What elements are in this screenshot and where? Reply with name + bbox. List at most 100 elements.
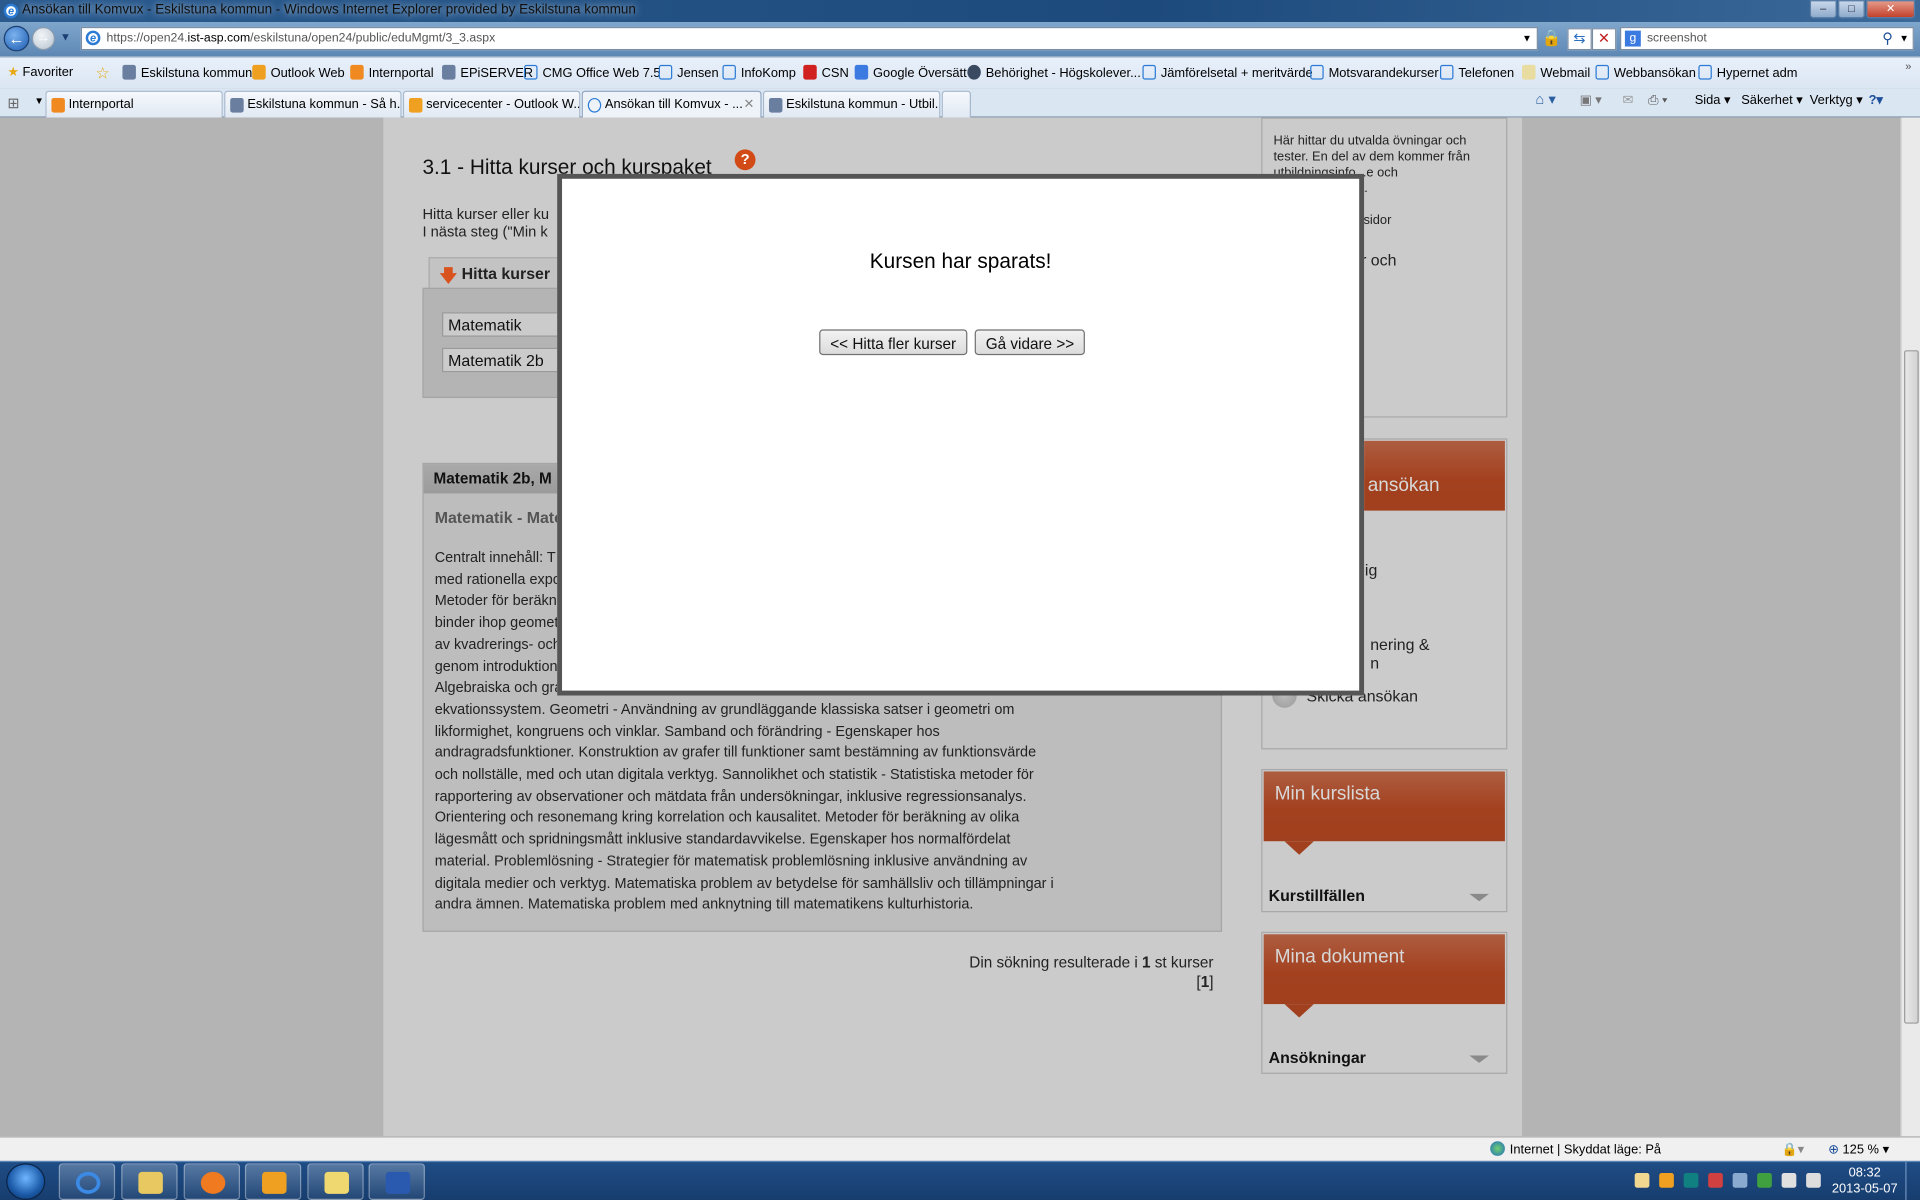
url-path: /eskilstuna/open24/public/eduMgmt/3_3.as… [250, 31, 496, 46]
search-input[interactable]: screenshot [1647, 32, 1707, 45]
chevron-down-icon[interactable] [1469, 1055, 1489, 1063]
safety-menu[interactable]: Säkerhet ▾ [1741, 93, 1803, 108]
tab-ansokan[interactable]: Ansökan till Komvux - ... ✕ [581, 90, 762, 118]
outlook-tray-icon[interactable] [1659, 1173, 1674, 1188]
search-dropdown-icon[interactable]: ▼ [1899, 33, 1909, 44]
fav-item[interactable]: Webbansökan [1595, 64, 1696, 81]
description-line: ekvationssystem. Geometri - Användning a… [434, 700, 1015, 718]
fav-item[interactable]: Behörighet - Högskolever... [967, 64, 1141, 81]
globe-icon [1490, 1141, 1505, 1156]
maximize-button[interactable]: □ [1837, 0, 1865, 19]
fav-item[interactable]: Webmail [1522, 64, 1590, 81]
fav-item[interactable]: Internportal [350, 64, 434, 81]
description-line: rapportering av observationer och mätdat… [434, 787, 1027, 805]
description-line: likformighet, kongruens och vinklar. Sam… [434, 721, 940, 740]
url-domain: ist-asp.com [187, 31, 251, 46]
vertical-scrollbar[interactable] [1900, 117, 1920, 1137]
title-bar: e Ansökan till Komvux - Eskilstuna kommu… [0, 0, 1920, 23]
address-bar[interactable]: e https://open24.ist-asp.com/eskilstuna/… [80, 26, 1538, 51]
fav-item[interactable]: Hypernet adm [1698, 64, 1797, 81]
pager: [1] [1196, 973, 1214, 991]
start-button[interactable] [6, 1163, 46, 1200]
taskbar-folder[interactable] [307, 1163, 364, 1200]
mail-tray-icon[interactable] [1634, 1173, 1650, 1188]
fav-item[interactable]: CMG Office Web 7.5 [524, 64, 661, 81]
description-line: och nollställe, med och utan digitala ve… [434, 765, 1034, 783]
search-box[interactable]: g screenshot ⚲ ▼ [1620, 26, 1914, 51]
intro-text: Hitta kurser eller ku I nästa steg ("Min … [422, 205, 550, 241]
fav-item[interactable]: CSN [803, 64, 849, 81]
add-favorite-icon[interactable]: ☆ [96, 64, 110, 84]
history-dropdown-icon[interactable]: ▼ [60, 31, 71, 43]
warning-tray-icon[interactable] [1683, 1173, 1699, 1188]
description-line: material. Problemlösning - Strategier fö… [434, 852, 1028, 870]
documents-title: Mina dokument [1263, 934, 1505, 1005]
home-icon[interactable]: ⌂ ▾ [1536, 91, 1556, 108]
close-tab-icon[interactable]: ✕ [743, 97, 754, 112]
new-tab-button[interactable] [941, 90, 972, 118]
fav-item[interactable]: Google Översätt [854, 64, 967, 81]
taskbar-word[interactable] [368, 1163, 425, 1200]
tab-hitta-kurser[interactable]: 🡇 Hitta kurser [428, 257, 576, 289]
taskbar-outlook[interactable] [244, 1163, 302, 1200]
continue-button[interactable]: Gå vidare >> [974, 329, 1086, 356]
fav-item[interactable]: Outlook Web [252, 64, 345, 81]
display-tray-icon[interactable] [1732, 1173, 1748, 1188]
fav-item[interactable]: Telefonen [1440, 64, 1514, 81]
remote-tray-icon[interactable] [1757, 1173, 1772, 1188]
show-desktop-button[interactable] [1905, 1162, 1920, 1200]
page-menu[interactable]: Sida ▾ [1695, 93, 1731, 108]
speaker-muted-icon[interactable] [1708, 1173, 1723, 1188]
search-icon[interactable]: ⚲ [1882, 29, 1893, 46]
scrollbar-thumb[interactable] [1904, 350, 1919, 1024]
stop-button[interactable]: ✕ [1591, 28, 1617, 51]
quick-tabs-icon[interactable]: ⊞ [7, 94, 19, 111]
taskbar-explorer[interactable] [121, 1163, 178, 1200]
tab-utbildning[interactable]: Eskilstuna kommun - Utbil... [762, 90, 941, 118]
fav-item[interactable]: Jensen [658, 64, 719, 81]
print-icon[interactable]: ⎙ ▾ [1648, 93, 1667, 109]
tools-menu[interactable]: Verktyg ▾ [1810, 93, 1863, 108]
feeds-icon[interactable]: ▣ ▾ [1580, 93, 1602, 108]
fav-item[interactable]: Jämförelsetal + meritvärde [1142, 64, 1313, 81]
fav-item[interactable]: InfoKomp [722, 64, 796, 81]
tab-eskilstuna[interactable]: Eskilstuna kommun - Så h... [224, 90, 402, 118]
volume-icon[interactable] [1806, 1173, 1821, 1188]
step-prioritize[interactable]: nering & n [1370, 636, 1429, 673]
back-button[interactable]: ← [3, 25, 30, 52]
mail-icon[interactable]: ✉ [1622, 93, 1633, 108]
fav-item[interactable]: Motsvarandekurser [1310, 64, 1439, 81]
fav-item[interactable]: EPiSERVER [442, 64, 533, 81]
chevron-down-icon[interactable] [1469, 893, 1489, 902]
close-button[interactable]: ✕ [1866, 0, 1916, 19]
course-occasions[interactable]: Kurstillfällen [1269, 887, 1365, 905]
refresh-button[interactable]: ⇆ [1567, 28, 1592, 51]
description-line: andragradsfunktioner. Konstruktion av gr… [434, 743, 1037, 761]
find-more-courses-button[interactable]: << Hitta fler kurser [819, 329, 968, 356]
taskbar-media-player[interactable] [183, 1163, 241, 1200]
navigation-bar: ← → ▼ e https://open24.ist-asp.com/eskil… [0, 22, 1920, 57]
lock-icon[interactable]: 🔒 [1542, 28, 1562, 48]
pager-page-1[interactable]: 1 [1201, 973, 1210, 990]
tab-outlook[interactable]: servicecenter - Outlook W... [402, 90, 581, 118]
taskbar-ie[interactable] [58, 1163, 116, 1200]
zoom-level[interactable]: ⊕ 125 % ▾ [1828, 1142, 1889, 1157]
more-chevron-icon[interactable]: » [1905, 60, 1911, 72]
tab-list-dropdown-icon[interactable]: ▼ [34, 96, 44, 107]
favorites-button[interactable]: ★ Favoriter [7, 65, 73, 80]
description-line: andra ämnen. Matematiska problem med ank… [434, 895, 974, 913]
minimize-button[interactable]: – [1809, 0, 1837, 19]
fav-item[interactable]: Eskilstuna kommun [122, 64, 252, 81]
help-icon[interactable]: ? [734, 149, 756, 171]
help-icon[interactable]: ?▾ [1869, 93, 1883, 108]
documents-box: Mina dokument Ansökningar [1261, 931, 1508, 1074]
clock[interactable]: 08:32 2013-05-07 [1832, 1166, 1898, 1198]
course-list-box: Min kurslista Kurstillfällen [1261, 768, 1508, 913]
dialog-message: Kursen har sparats! [869, 249, 1052, 274]
protected-mode-icon[interactable]: 🔒▾ [1782, 1141, 1804, 1157]
address-dropdown-icon[interactable]: ▼ [1522, 33, 1532, 44]
forward-button[interactable]: → [31, 26, 56, 51]
network-icon[interactable] [1781, 1173, 1797, 1188]
tab-internportal[interactable]: Internportal [45, 90, 223, 118]
applications-item[interactable]: Ansökningar [1269, 1048, 1366, 1066]
